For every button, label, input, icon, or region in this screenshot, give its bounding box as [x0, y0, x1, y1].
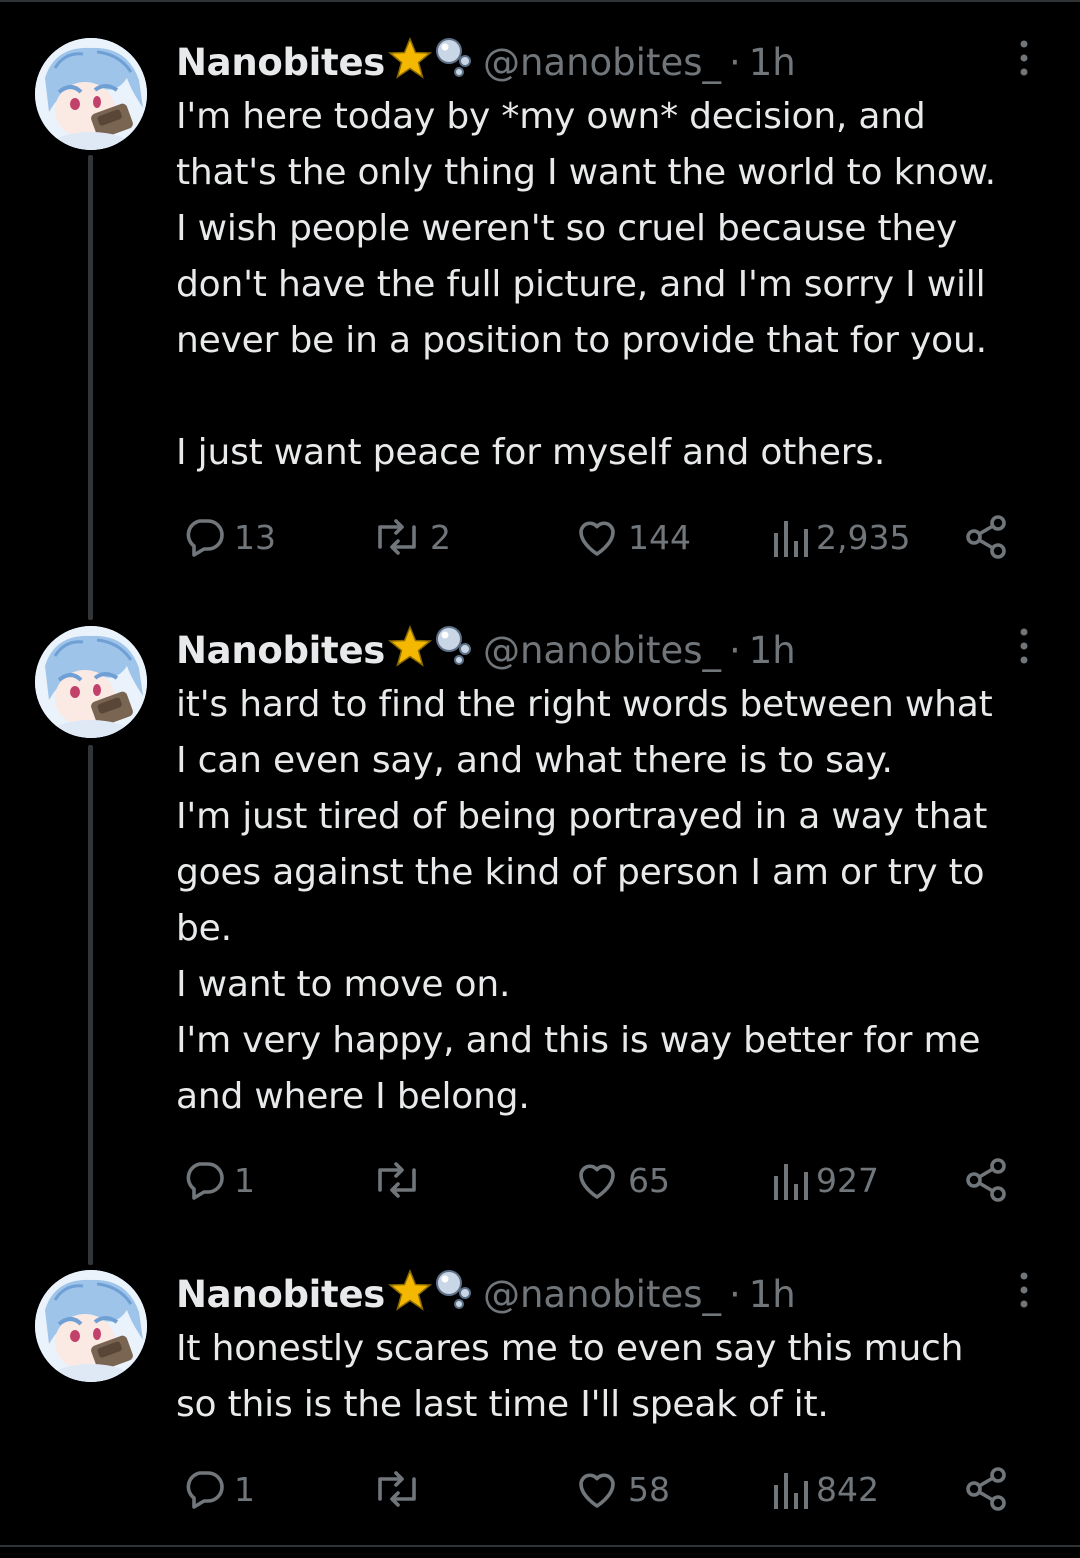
tweet-text: It honestly scares me to even say this m…	[176, 1328, 964, 1425]
views-button[interactable]: 927	[770, 1155, 879, 1205]
separator: ·	[729, 628, 741, 672]
repost-button[interactable]	[370, 1155, 430, 1205]
view-count: 2,935	[816, 517, 911, 557]
display-name[interactable]: Nanobites	[176, 41, 385, 84]
bubbles-icon	[435, 1269, 475, 1320]
repost-icon	[378, 1471, 416, 1507]
repost-icon	[378, 519, 416, 555]
bubbles-icon	[435, 625, 475, 676]
handle[interactable]: @nanobites_	[483, 41, 721, 84]
tweet-header: Nanobites @nanobites_ · 1h	[176, 1268, 796, 1320]
bottom-divider	[0, 1545, 1080, 1547]
repost-button[interactable]: 2	[370, 512, 451, 562]
reply-button[interactable]: 1	[180, 1155, 255, 1205]
like-count: 65	[628, 1160, 670, 1200]
top-divider	[0, 0, 1080, 2]
like-button[interactable]: 58	[572, 1464, 670, 1514]
reply-icon	[186, 1471, 224, 1509]
handle[interactable]: @nanobites_	[483, 1273, 721, 1316]
share-icon	[966, 515, 1006, 559]
display-name[interactable]: Nanobites	[176, 629, 385, 672]
share-icon	[966, 1467, 1006, 1511]
more-options-icon[interactable]	[1010, 626, 1038, 666]
tweet-header: Nanobites @nanobites_ · 1h	[176, 624, 796, 676]
view-count: 842	[816, 1469, 879, 1509]
heart-icon	[579, 1473, 615, 1508]
share-button[interactable]	[962, 1464, 1010, 1514]
reply-count: 1	[234, 1160, 255, 1200]
like-count: 144	[628, 517, 691, 557]
display-name[interactable]: Nanobites	[176, 1273, 385, 1316]
repost-icon	[378, 1162, 416, 1198]
heart-icon	[579, 521, 615, 556]
view-count: 927	[816, 1160, 879, 1200]
reply-button[interactable]: 1	[180, 1464, 255, 1514]
avatar[interactable]	[35, 1270, 147, 1382]
like-count: 58	[628, 1469, 670, 1509]
views-button[interactable]: 2,935	[770, 512, 910, 562]
heart-icon	[579, 1164, 615, 1199]
tweet-text: it's hard to find the right words betwee…	[176, 684, 993, 1117]
reply-count: 13	[234, 517, 276, 557]
handle[interactable]: @nanobites_	[483, 629, 721, 672]
star-icon	[387, 624, 433, 676]
repost-button[interactable]	[370, 1464, 430, 1514]
reply-count: 1	[234, 1469, 255, 1509]
repost-count: 2	[430, 517, 451, 557]
like-button[interactable]: 144	[572, 512, 691, 562]
views-icon	[774, 1164, 808, 1200]
timestamp[interactable]: 1h	[749, 1273, 796, 1316]
more-options-icon[interactable]	[1010, 38, 1038, 78]
more-options-icon[interactable]	[1010, 1270, 1038, 1310]
timestamp[interactable]: 1h	[749, 41, 796, 84]
views-icon	[774, 1473, 808, 1509]
share-button[interactable]	[962, 1155, 1010, 1205]
tweet-text: I'm here today by *my own* decision, and…	[176, 96, 996, 473]
separator: ·	[729, 40, 741, 84]
views-button[interactable]: 842	[770, 1464, 879, 1514]
reply-button[interactable]: 13	[180, 512, 276, 562]
star-icon	[387, 36, 433, 88]
tweet-header: Nanobites @nanobites_ · 1h	[176, 36, 796, 88]
reply-icon	[186, 519, 224, 557]
star-icon	[387, 1268, 433, 1320]
avatar[interactable]	[35, 626, 147, 738]
views-icon	[774, 521, 808, 557]
share-icon	[966, 1158, 1006, 1202]
thread-line	[88, 155, 93, 620]
thread-line	[88, 745, 93, 1265]
timestamp[interactable]: 1h	[749, 629, 796, 672]
reply-icon	[186, 1162, 224, 1200]
separator: ·	[729, 1272, 741, 1316]
like-button[interactable]: 65	[572, 1155, 670, 1205]
bubbles-icon	[435, 37, 475, 88]
avatar[interactable]	[35, 38, 147, 150]
share-button[interactable]	[962, 512, 1010, 562]
